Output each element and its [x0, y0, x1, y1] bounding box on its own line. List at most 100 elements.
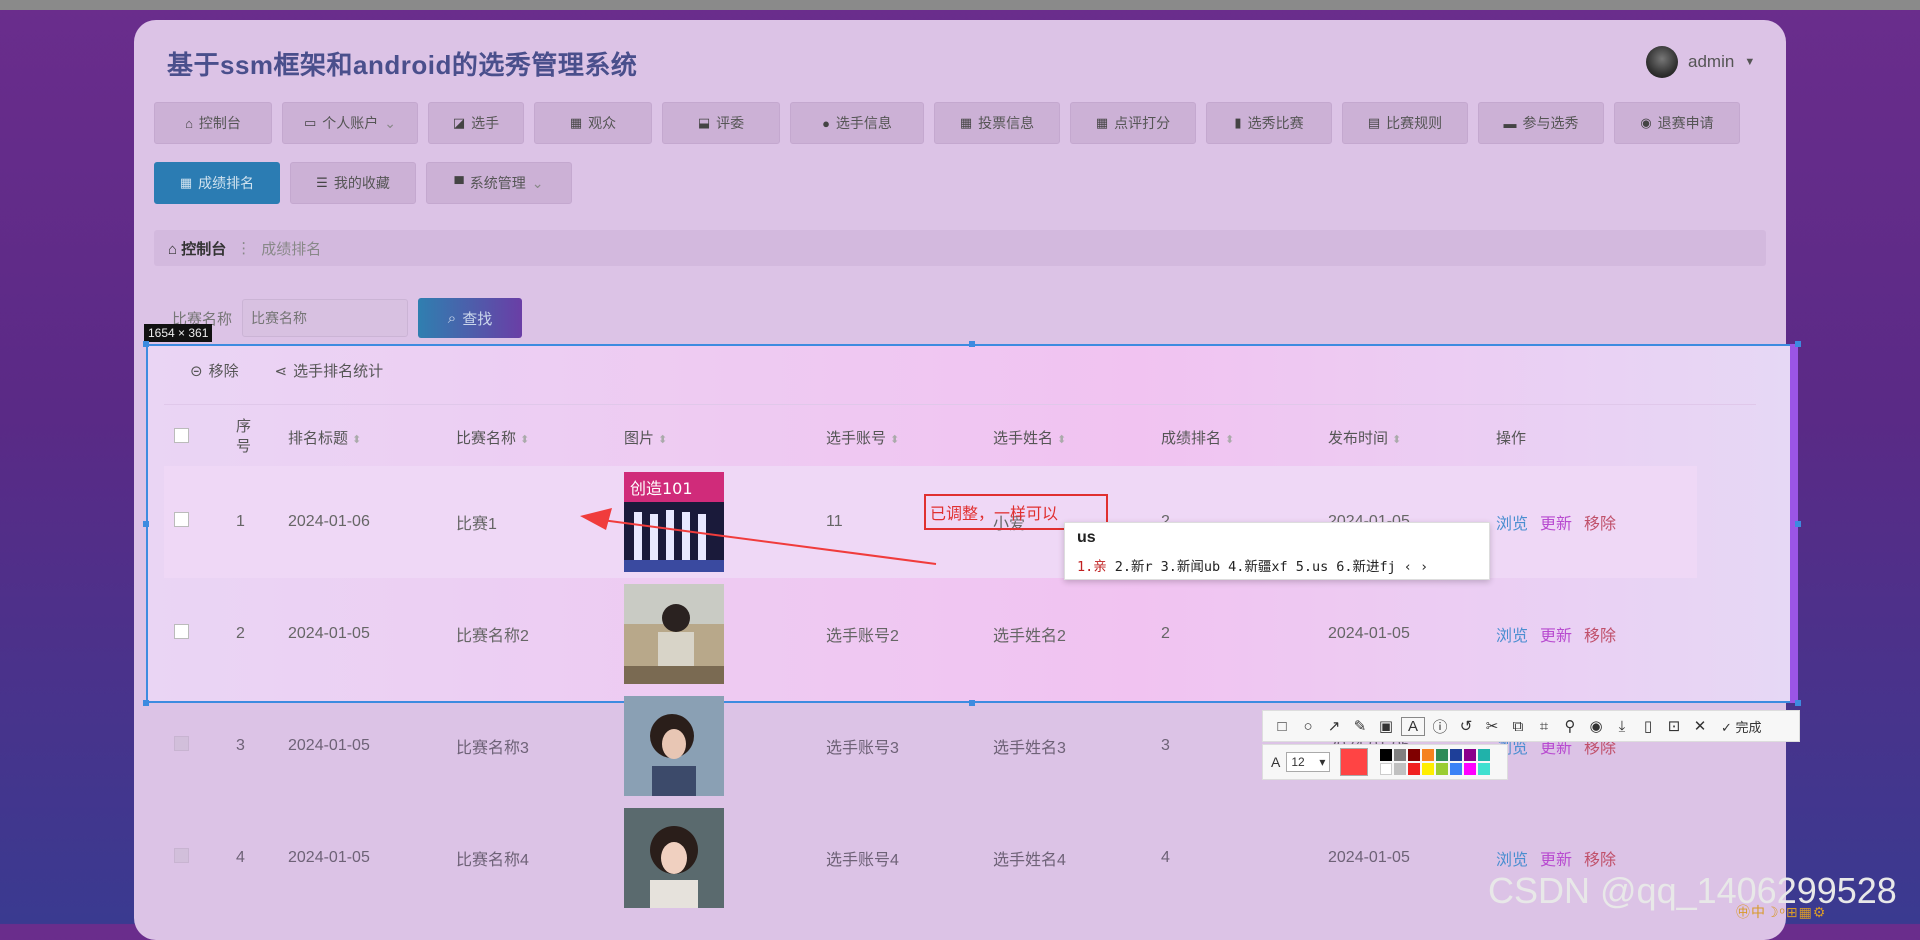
breadcrumb-home[interactable]: ⌂ 控制台	[168, 238, 226, 259]
update-link[interactable]: 更新	[1540, 628, 1572, 645]
update-link[interactable]: 更新	[1540, 740, 1572, 757]
phone-icon[interactable]: ▯	[1637, 717, 1659, 735]
cell-rank: 2	[1161, 625, 1170, 642]
undo-icon[interactable]: ↺	[1455, 717, 1477, 735]
resize-handle[interactable]	[143, 700, 149, 706]
nav-退赛申请[interactable]: ◉ 退赛申请	[1614, 102, 1740, 144]
grid-icon: ▦	[179, 175, 193, 190]
text-icon[interactable]: A	[1401, 716, 1425, 736]
nav-选手信息[interactable]: ● 选手信息	[790, 102, 924, 144]
ime-candidate[interactable]: 6.新进fj	[1336, 559, 1396, 575]
view-link[interactable]: 浏览	[1496, 852, 1528, 869]
resize-handle[interactable]	[1795, 341, 1801, 347]
current-color[interactable]	[1340, 748, 1369, 776]
nav-选秀比赛[interactable]: ▮ 选秀比赛	[1206, 102, 1332, 144]
ocr-icon[interactable]: ⧉	[1507, 718, 1529, 735]
nav-评委[interactable]: ⬓ 评委	[662, 102, 780, 144]
contestant-photo[interactable]	[624, 584, 824, 684]
ime-candidate[interactable]: 2.新r	[1115, 559, 1153, 575]
update-link[interactable]: 更新	[1540, 516, 1572, 533]
number-icon[interactable]: ⓘ	[1429, 716, 1451, 737]
font-size-select[interactable]: 12 ▾	[1286, 752, 1331, 772]
resize-handle[interactable]	[143, 341, 149, 347]
ime-candidate[interactable]: 3.新闻ub	[1161, 559, 1221, 575]
arrow-icon[interactable]: ↗	[1323, 717, 1345, 735]
record-icon[interactable]: ◉	[1585, 717, 1607, 735]
app-title: 基于ssm框架和android的选秀管理系统	[167, 50, 638, 80]
header-account[interactable]: 选手账号 ⬍	[825, 408, 992, 466]
nav-系统管理[interactable]: ▀ 系统管理 ⌄	[426, 162, 572, 204]
resize-handle[interactable]	[969, 341, 975, 347]
update-link[interactable]: 更新	[1540, 852, 1572, 869]
row-checkbox[interactable]	[174, 624, 189, 639]
ime-candidate[interactable]: 1.亲	[1077, 559, 1107, 575]
bar-chart-icon: ▮	[1234, 115, 1242, 130]
cell-title: 2024-01-05	[288, 625, 370, 642]
search-bar: 比赛名称 ⌕ 查找	[172, 298, 523, 338]
cell-account: 选手账号4	[826, 852, 899, 869]
row-checkbox[interactable]	[174, 512, 189, 527]
csdn-watermark: CSDN @qq_1406299528	[1488, 870, 1897, 911]
pin-icon[interactable]: ⚲	[1559, 717, 1581, 735]
nav-选手[interactable]: ◪ 选手	[428, 102, 524, 144]
contestant-photo[interactable]	[624, 808, 824, 908]
resize-handle[interactable]	[143, 521, 149, 527]
header-name[interactable]: 选手姓名 ⬍	[992, 408, 1160, 466]
nav-控制台[interactable]: ⌂ 控制台	[154, 102, 272, 144]
header-time[interactable]: 发布时间 ⬍	[1327, 408, 1495, 466]
close-icon[interactable]: ✕	[1689, 717, 1711, 735]
resize-handle[interactable]	[1795, 521, 1801, 527]
header-rank[interactable]: 成绩排名 ⬍	[1160, 408, 1327, 466]
remove-button[interactable]: ⊝ 移除	[190, 360, 239, 381]
nav-观众[interactable]: ▦ 观众	[534, 102, 652, 144]
contestant-photo[interactable]: 创造101	[624, 472, 824, 572]
nav-点评打分[interactable]: ▦ 点评打分	[1070, 102, 1196, 144]
view-link[interactable]: 浏览	[1496, 516, 1528, 533]
header-match[interactable]: 比赛名称 ⬍	[455, 408, 623, 466]
nav-比赛规则[interactable]: ▤ 比赛规则	[1342, 102, 1468, 144]
row-checkbox[interactable]	[174, 848, 189, 863]
cell-image[interactable]	[623, 802, 825, 914]
view-link[interactable]: 浏览	[1496, 628, 1528, 645]
done-button[interactable]: ✓ 完成	[1721, 717, 1762, 736]
header-title[interactable]: 排名标题 ⬍	[287, 408, 455, 466]
circle-icon[interactable]: ○	[1297, 718, 1319, 735]
search-button[interactable]: ⌕ 查找	[418, 298, 523, 338]
nav-个人账户[interactable]: ▭ 个人账户 ⌄	[282, 102, 418, 144]
contestant-photo[interactable]	[624, 696, 824, 796]
color-palette[interactable]	[1380, 749, 1491, 775]
cell-title: 2024-01-06	[287, 466, 455, 578]
ime-candidate[interactable]: 4.新疆xf	[1228, 559, 1288, 575]
home-icon: ⌂	[185, 115, 193, 131]
delete-link[interactable]: 移除	[1584, 740, 1616, 757]
ime-composition: us	[1077, 529, 1096, 546]
nav-投票信息[interactable]: ▦ 投票信息	[934, 102, 1060, 144]
breadcrumb-current: 成绩排名	[261, 240, 322, 258]
cell-image[interactable]	[623, 578, 825, 690]
ime-candidate[interactable]: 5.us	[1296, 559, 1329, 575]
cut-icon[interactable]: ✂	[1481, 717, 1503, 735]
search-input[interactable]	[242, 299, 409, 337]
resize-handle[interactable]	[1795, 700, 1801, 706]
row-checkbox[interactable]	[174, 736, 189, 751]
rectangle-icon[interactable]: □	[1271, 718, 1293, 735]
select-all-checkbox[interactable]	[174, 427, 189, 443]
stats-button[interactable]: ⋖ 选手排名统计	[275, 360, 384, 381]
translate-icon[interactable]: ⌗	[1533, 718, 1555, 735]
download-icon[interactable]: ⤓	[1611, 718, 1633, 735]
cell-name: 选手姓名4	[993, 852, 1066, 869]
nav-我的收藏[interactable]: ☰ 我的收藏	[290, 162, 416, 204]
user-menu[interactable]: admin ▼	[1646, 46, 1755, 78]
bookmark-icon[interactable]: ⊡	[1663, 717, 1685, 735]
delete-link[interactable]: 移除	[1584, 852, 1616, 869]
nav-参与选秀[interactable]: ▬ 参与选秀	[1478, 102, 1604, 144]
cell-image[interactable]: 创造101	[623, 466, 825, 578]
delete-link[interactable]: 移除	[1584, 516, 1616, 533]
header-image[interactable]: 图片 ⬍	[623, 408, 825, 466]
nav-成绩排名[interactable]: ▦ 成绩排名	[154, 162, 280, 204]
delete-link[interactable]: 移除	[1584, 628, 1616, 645]
pen-icon[interactable]: ✎	[1349, 717, 1371, 735]
mosaic-icon[interactable]: ▣	[1375, 717, 1397, 735]
cell-image[interactable]	[623, 690, 825, 802]
ime-page-arrows-icon[interactable]: ‹ ›	[1404, 559, 1428, 575]
